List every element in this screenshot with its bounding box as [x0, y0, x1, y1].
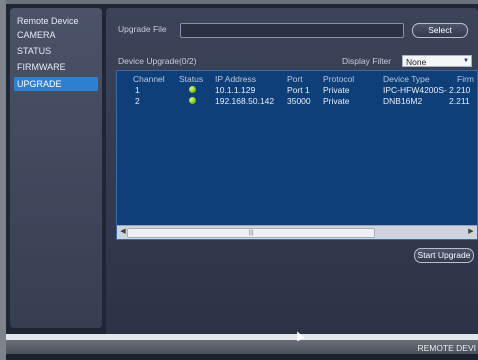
cell-protocol: Private	[323, 85, 350, 95]
column-header-port[interactable]: Port	[287, 74, 303, 84]
display-filter-value: None	[406, 57, 427, 67]
scrollbar-thumb[interactable]: |||	[127, 228, 375, 238]
chevron-down-icon[interactable]: ▼	[463, 58, 469, 64]
cell-firmware: 2.210	[449, 85, 471, 95]
upgrade-file-label: Upgrade File	[118, 24, 167, 34]
horizontal-scrollbar[interactable]: ◀ ||| ▶	[117, 225, 477, 239]
start-upgrade-button[interactable]: Start Upgrade	[414, 248, 474, 263]
sidebar-item-firmware[interactable]: FIRMWARE	[14, 60, 98, 74]
column-header-ip-address[interactable]: IP Address	[215, 74, 256, 84]
upgrade-panel: Upgrade File Select Device Upgrade(0/2) …	[106, 8, 478, 336]
status-online-icon	[189, 97, 196, 104]
sidebar-item-upgrade[interactable]: UPGRADE	[14, 77, 98, 91]
select-button[interactable]: Select	[412, 23, 468, 38]
scroll-left-icon[interactable]: ◀	[119, 228, 127, 236]
cell-device-type: IPC-HFW4200S-	[383, 85, 447, 95]
cell-firmware: 2.211	[449, 96, 470, 106]
cell-channel: 1	[135, 85, 140, 95]
column-header-firmware[interactable]: Firm	[457, 74, 474, 84]
cell-ip-address: 192.168.50.142	[215, 96, 275, 106]
status-online-icon	[189, 86, 196, 93]
sidebar: Remote Device CAMERA STATUS FIRMWARE UPG…	[10, 8, 102, 328]
display-filter-select[interactable]: None ▼	[402, 55, 472, 67]
sidebar-item-remote-device[interactable]: Remote Device	[14, 14, 98, 28]
cell-device-type: DNB16M2	[383, 96, 423, 106]
cell-ip-address: 10.1.1.129	[215, 85, 256, 95]
cell-port: Port 1	[287, 85, 310, 95]
column-header-device-type[interactable]: Device Type	[383, 74, 430, 84]
display-filter-label: Display Filter	[342, 56, 392, 66]
device-table: Channel Status IP Address Port Protocol …	[116, 70, 478, 240]
cell-channel: 2	[135, 96, 140, 106]
taskbar-title: REMOTE DEVI	[417, 343, 476, 353]
upgrade-file-field[interactable]	[180, 23, 404, 38]
cell-protocol: Private	[323, 96, 350, 106]
sidebar-item-status[interactable]: STATUS	[14, 44, 98, 58]
cell-port: 35000	[287, 96, 311, 106]
device-upgrade-label: Device Upgrade(0/2)	[118, 56, 197, 66]
column-header-protocol[interactable]: Protocol	[323, 74, 354, 84]
column-header-status[interactable]: Status	[179, 74, 203, 84]
screen: Remote Device CAMERA STATUS FIRMWARE UPG…	[6, 4, 478, 336]
taskbar: REMOTE DEVI	[6, 340, 478, 354]
column-header-channel[interactable]: Channel	[133, 74, 165, 84]
sidebar-item-camera[interactable]: CAMERA	[14, 28, 98, 42]
scroll-right-icon[interactable]: ▶	[467, 228, 475, 236]
